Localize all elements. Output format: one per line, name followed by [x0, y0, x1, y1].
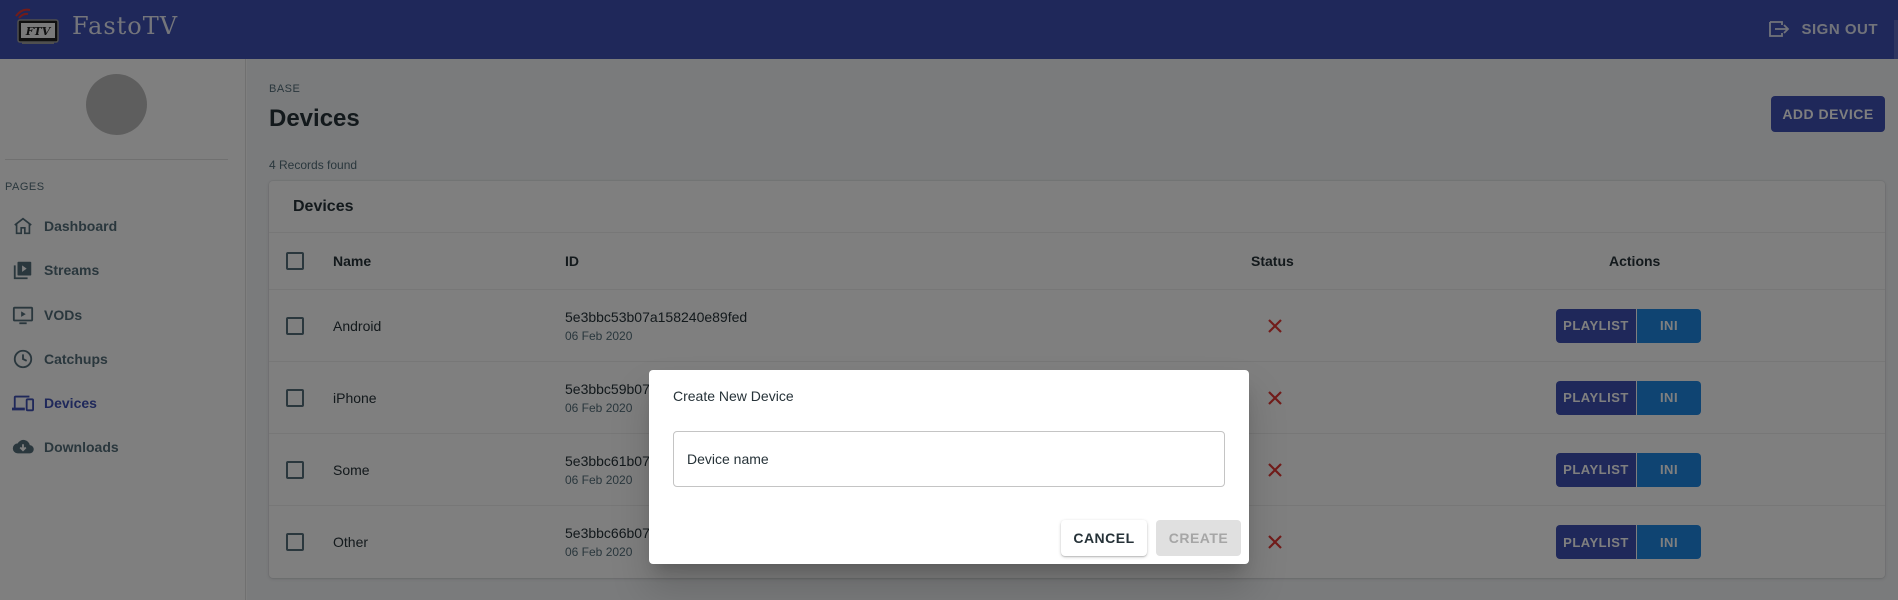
create-button[interactable]: CREATE	[1156, 520, 1241, 556]
device-name-input[interactable]	[673, 431, 1225, 487]
cancel-button[interactable]: CANCEL	[1061, 520, 1147, 556]
dialog-title: Create New Device	[673, 388, 794, 404]
create-device-dialog: Create New Device CANCEL CREATE	[649, 370, 1249, 564]
